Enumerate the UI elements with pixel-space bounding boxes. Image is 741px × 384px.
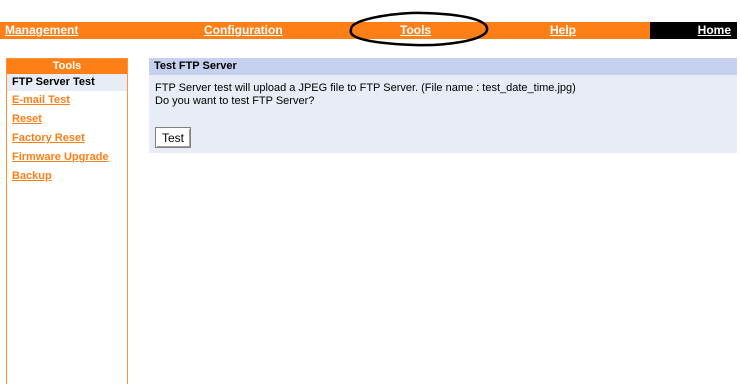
top-nav-bar: Management Configuration Tools Help Home (0, 22, 737, 39)
nav-help-link[interactable]: Help (550, 22, 576, 39)
sidebar-title: Tools (7, 59, 127, 74)
description-line-1: FTP Server test will upload a JPEG file … (155, 82, 576, 94)
home-cell: Home (650, 22, 737, 39)
content-panel: FTP Server test will upload a JPEG file … (149, 75, 737, 153)
sidebar: Tools FTP Server Test E-mail Test Reset … (6, 58, 128, 384)
description-line-2: Do you want to test FTP Server? (155, 95, 315, 107)
sidebar-item-factory-reset[interactable]: Factory Reset (7, 129, 127, 148)
nav-configuration-link[interactable]: Configuration (204, 22, 283, 39)
nav-management-link[interactable]: Management (5, 22, 78, 39)
nav-tools-link[interactable]: Tools (400, 22, 431, 39)
sidebar-item-backup[interactable]: Backup (7, 167, 127, 186)
test-button[interactable]: Test (155, 127, 192, 148)
sidebar-item-reset[interactable]: Reset (7, 110, 127, 129)
sidebar-item-firmware-upgrade[interactable]: Firmware Upgrade (7, 148, 127, 167)
page-title: Test FTP Server (149, 58, 737, 75)
sidebar-item-ftp-server-test[interactable]: FTP Server Test (7, 74, 127, 91)
sidebar-item-email-test[interactable]: E-mail Test (7, 91, 127, 110)
nav-home-link[interactable]: Home (698, 22, 731, 39)
